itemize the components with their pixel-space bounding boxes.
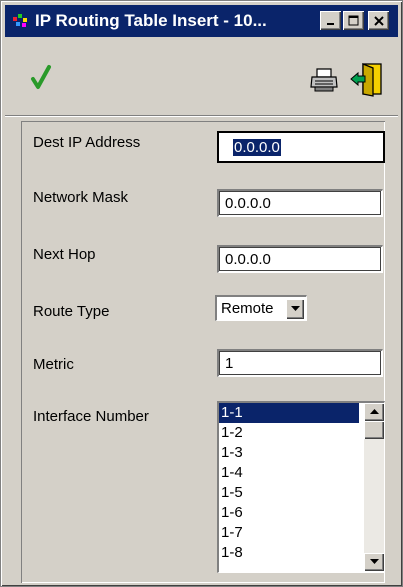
list-item[interactable]: 1-1 [219,403,359,423]
list-item[interactable]: 1-2 [219,423,359,443]
printer-icon [310,68,338,92]
window-title: IP Routing Table Insert - 10... [35,11,267,30]
metric-input[interactable]: 1 [217,349,383,377]
apply-button[interactable] [27,63,57,93]
next-hop-input[interactable]: 0.0.0.0 [217,245,383,273]
next-hop-label: Next Hop [33,246,96,263]
interface-number-label: Interface Number [33,408,149,425]
close-button[interactable] [368,11,389,30]
list-item[interactable]: 1-6 [219,503,359,523]
metric-label: Metric [33,356,74,373]
arrow-down-icon [369,559,379,564]
app-icon [13,13,29,29]
scroll-up-button[interactable] [364,403,384,421]
list-item[interactable]: 1-8 [219,543,359,563]
minimize-icon [326,22,334,25]
maximize-button[interactable] [343,11,364,30]
interface-list: 1-1 1-2 1-3 1-4 1-5 1-6 1-7 1-8 [219,403,359,563]
list-item[interactable]: 1-5 [219,483,359,503]
list-item[interactable]: 1-4 [219,463,359,483]
route-type-label: Route Type [33,303,110,320]
list-item[interactable]: 1-3 [219,443,359,463]
network-mask-label: Network Mask [33,189,129,206]
dropdown-button[interactable] [286,298,304,319]
vertical-scrollbar[interactable] [364,403,384,571]
arrow-up-icon [369,409,379,414]
route-type-dropdown[interactable]: Remote [215,295,307,321]
network-mask-input[interactable]: 0.0.0.0 [217,189,383,217]
window: IP Routing Table Insert - 10... Dest IP … [0,0,403,587]
maximize-icon [348,15,359,26]
interface-number-listbox[interactable]: 1-1 1-2 1-3 1-4 1-5 1-6 1-7 1-8 [217,401,385,573]
dest-ip-input[interactable]: 0.0.0.0 [217,131,385,163]
dest-ip-label: Dest IP Address [33,134,141,151]
route-type-value: Remote [221,300,274,317]
minimize-button[interactable] [320,11,341,30]
print-button[interactable] [309,67,339,93]
chevron-down-icon [290,305,300,311]
toolbar [5,41,398,116]
exit-door-icon [350,63,382,97]
exit-button[interactable] [349,61,385,97]
close-icon [373,15,384,26]
scroll-down-button[interactable] [364,553,384,571]
check-icon [31,65,51,89]
list-item[interactable]: 1-7 [219,523,359,543]
title-bar[interactable]: IP Routing Table Insert - 10... [5,5,398,37]
scroll-thumb[interactable] [364,421,384,439]
